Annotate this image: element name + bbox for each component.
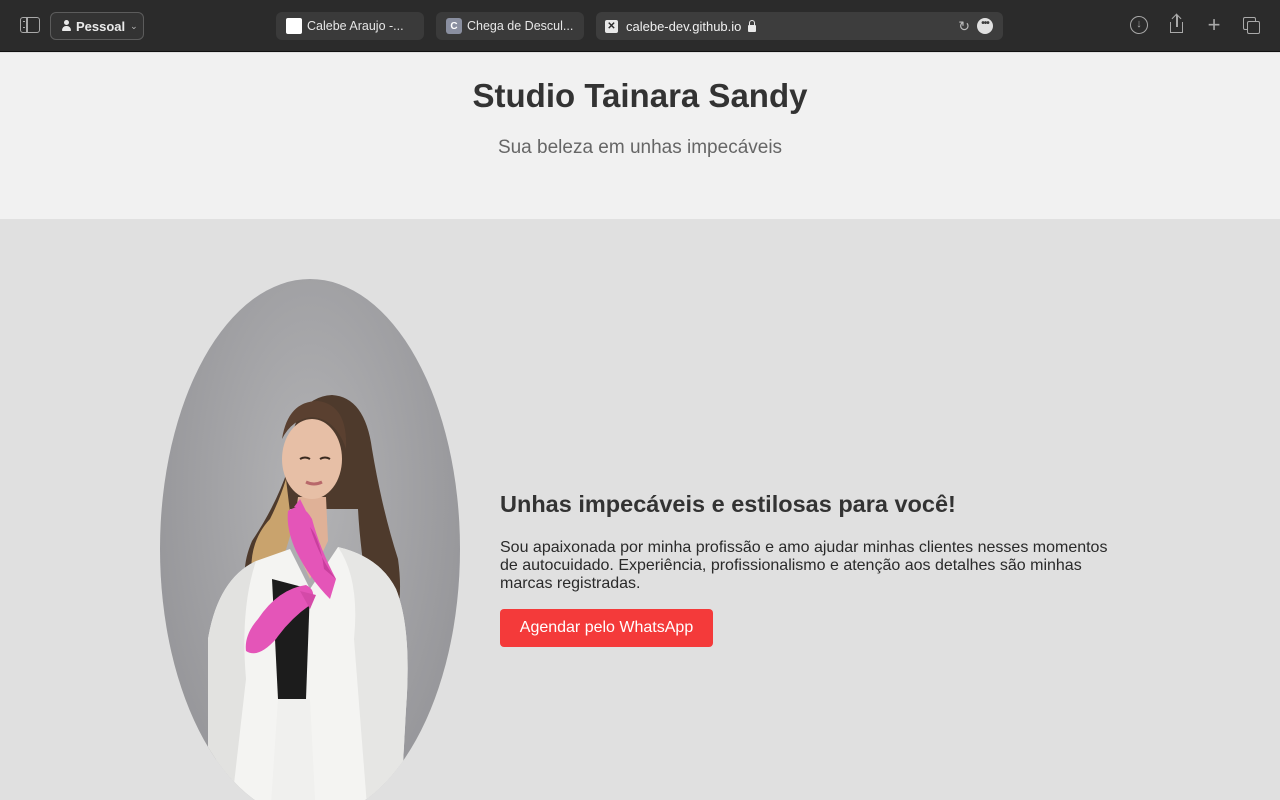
tab-favicon xyxy=(286,18,302,34)
tab-calebe-araujo[interactable]: Calebe Araujo -... xyxy=(276,12,424,40)
tab-chega-de-desculpas[interactable]: C Chega de Descul... xyxy=(436,12,584,40)
chevron-down-icon: ⌄ xyxy=(130,20,138,31)
tab-favicon: C xyxy=(446,18,462,34)
tab-title: Calebe Araujo -... xyxy=(307,19,404,33)
page-title: Studio Tainara Sandy xyxy=(472,77,808,114)
portrait-photo xyxy=(160,279,460,800)
lock-icon xyxy=(748,19,757,32)
address-text[interactable]: calebe-dev.github.io xyxy=(626,19,741,34)
whatsapp-booking-button[interactable]: Agendar pelo WhatsApp xyxy=(500,609,713,647)
reload-icon[interactable]: ↻ xyxy=(958,18,970,35)
hero-description: Sou apaixonada por minha profissão e amo… xyxy=(500,539,1108,592)
share-icon[interactable] xyxy=(1167,15,1187,35)
tab-overview-icon[interactable] xyxy=(1242,15,1262,35)
download-icon[interactable]: ↓ xyxy=(1130,16,1148,34)
new-tab-icon[interactable]: + xyxy=(1204,14,1224,36)
hero-section: Unhas impecáveis e estilosas para você! … xyxy=(0,219,1280,800)
site-favicon: ✕ xyxy=(605,19,618,33)
profile-label: Pessoal xyxy=(76,18,126,34)
site-header: Studio Tainara Sandy Sua beleza em unhas… xyxy=(0,53,1280,219)
profile-switcher[interactable]: Pessoal ⌄ xyxy=(50,12,144,40)
person-icon xyxy=(61,20,72,32)
sidebar-toggle-icon[interactable] xyxy=(20,17,40,33)
more-options-icon[interactable]: ••• xyxy=(977,18,993,34)
portrait-illustration xyxy=(208,395,408,800)
hero-heading: Unhas impecáveis e estilosas para você! xyxy=(500,491,956,517)
browser-toolbar: Pessoal ⌄ Calebe Araujo -... C Chega de … xyxy=(0,0,1280,52)
tab-title: Chega de Descul... xyxy=(467,19,574,33)
address-bar[interactable]: ✕ calebe-dev.github.io ↻ ••• xyxy=(596,12,1003,40)
page-subtitle: Sua beleza em unhas impecáveis xyxy=(497,137,783,158)
